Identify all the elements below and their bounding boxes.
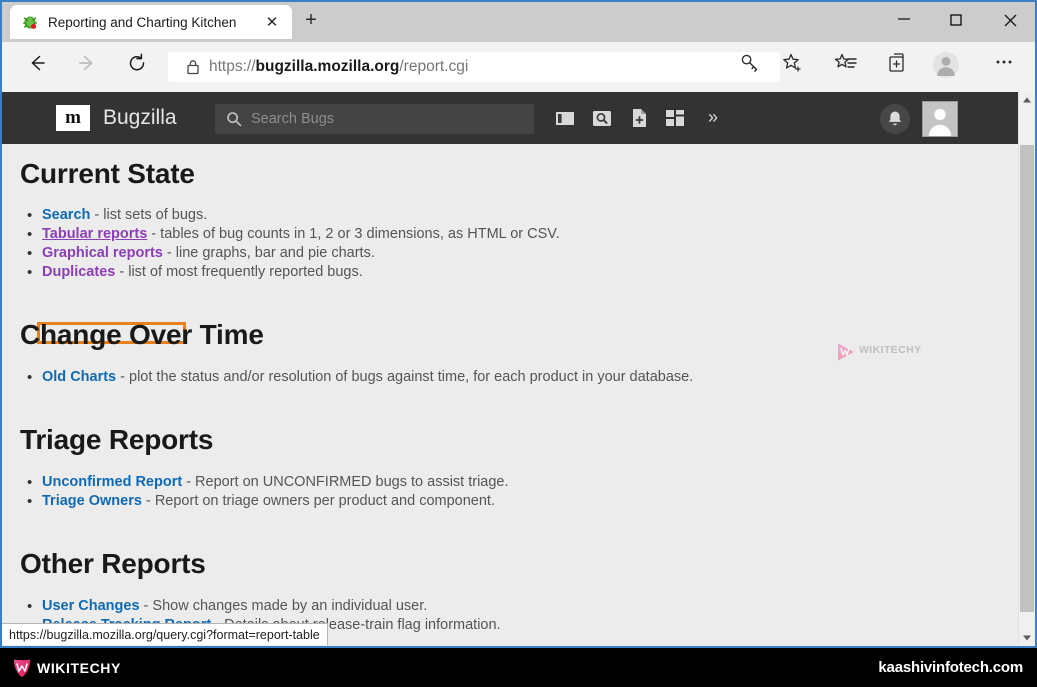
list-item-desc: - plot the status and/or resolution of b… bbox=[116, 369, 693, 385]
page-heading-other-reports: Other Reports bbox=[20, 548, 206, 580]
url-host: bugzilla.mozilla.org bbox=[256, 58, 400, 75]
list-change-over-time: Old Charts - plot the status and/or reso… bbox=[42, 368, 693, 387]
wikitechy-watermark: WIKITECHY bbox=[835, 340, 925, 362]
bugzilla-site-header: m Bugzilla Search Bugs bbox=[2, 92, 1018, 144]
bugzilla-title[interactable]: Bugzilla bbox=[103, 106, 177, 130]
link-graphical-reports[interactable]: Graphical reports bbox=[42, 245, 163, 261]
page-viewport: m Bugzilla Search Bugs bbox=[2, 92, 1035, 646]
new-bug-icon[interactable] bbox=[628, 107, 650, 129]
search-input[interactable]: Search Bugs bbox=[215, 104, 534, 134]
key-password-icon[interactable] bbox=[734, 51, 766, 83]
browser-toolbar: https://bugzilla.mozilla.org/report.cgi bbox=[2, 42, 1035, 92]
list-item[interactable]: Duplicates - list of most frequently rep… bbox=[42, 263, 560, 282]
url-scheme: https:// bbox=[209, 58, 256, 75]
sidebar-toggle-icon[interactable] bbox=[554, 107, 576, 129]
tab-strip: Reporting and Charting Kitchen ✕ + bbox=[2, 2, 1035, 42]
link-user-changes[interactable]: User Changes bbox=[42, 598, 140, 614]
link-unconfirmed-report[interactable]: Unconfirmed Report bbox=[42, 474, 182, 490]
url-text: https://bugzilla.mozilla.org/report.cgi bbox=[209, 56, 468, 78]
list-item[interactable]: Graphical reports - line graphs, bar and… bbox=[42, 244, 560, 263]
list-item[interactable]: Old Charts - plot the status and/or reso… bbox=[42, 368, 693, 387]
address-bar[interactable]: https://bugzilla.mozilla.org/report.cgi bbox=[168, 52, 780, 82]
list-item[interactable]: User Changes - Show changes made by an i… bbox=[42, 597, 501, 616]
page-heading-current-state: Current State bbox=[20, 158, 195, 190]
reload-icon[interactable] bbox=[122, 52, 152, 82]
footer-site-url: kaashivinfotech.com bbox=[878, 659, 1023, 676]
link-duplicates[interactable]: Duplicates bbox=[42, 264, 115, 280]
user-avatar[interactable] bbox=[922, 101, 958, 137]
browser-window: Reporting and Charting Kitchen ✕ + bbox=[0, 0, 1037, 648]
list-item-desc: - Report on UNCONFIRMED bugs to assist t… bbox=[182, 474, 508, 490]
watermark-text: WIKITECHY bbox=[859, 344, 922, 356]
page-scrollbar[interactable] bbox=[1018, 92, 1035, 646]
wikitechy-logo-icon bbox=[12, 658, 32, 678]
search-icon bbox=[226, 111, 242, 127]
tab-title: Reporting and Charting Kitchen bbox=[48, 15, 254, 30]
list-item[interactable]: Tabular reports - tables of bug counts i… bbox=[42, 225, 560, 244]
search-placeholder: Search Bugs bbox=[251, 109, 334, 129]
link-status-tooltip: https://bugzilla.mozilla.org/query.cgi?f… bbox=[2, 623, 328, 645]
tab-close-icon[interactable]: ✕ bbox=[262, 13, 282, 33]
profile-avatar-icon[interactable] bbox=[930, 51, 962, 83]
wikitechy-brand-text: WIKITECHY bbox=[37, 660, 121, 676]
window-minimize-button[interactable] bbox=[881, 2, 927, 34]
list-item-desc: - Show changes made by an individual use… bbox=[140, 598, 428, 614]
url-path: /report.cgi bbox=[399, 58, 468, 75]
browse-search-icon[interactable] bbox=[591, 107, 613, 129]
mozilla-logo[interactable]: m bbox=[56, 105, 90, 131]
link-old-charts[interactable]: Old Charts bbox=[42, 369, 116, 385]
page-heading-change-over-time: Change Over Time bbox=[20, 319, 264, 351]
settings-more-icon[interactable] bbox=[988, 51, 1020, 83]
window-maximize-button[interactable] bbox=[933, 2, 979, 34]
notifications-bell-icon[interactable] bbox=[880, 104, 910, 134]
list-item-desc: - line graphs, bar and pie charts. bbox=[163, 245, 375, 261]
add-favorite-star-icon[interactable] bbox=[777, 51, 809, 83]
list-item-desc: - Report on triage owners per product an… bbox=[142, 493, 495, 509]
new-tab-button[interactable]: + bbox=[300, 10, 322, 32]
lock-icon bbox=[185, 58, 201, 76]
forward-arrow-icon bbox=[72, 52, 102, 82]
page-content: Current State Search - list sets of bugs… bbox=[2, 144, 1018, 646]
window-close-button[interactable] bbox=[987, 2, 1033, 34]
list-item-desc: - tables of bug counts in 1, 2 or 3 dime… bbox=[147, 226, 559, 242]
list-current-state: Search - list sets of bugs. Tabular repo… bbox=[42, 206, 560, 282]
list-item-desc: - list sets of bugs. bbox=[90, 207, 207, 223]
favorites-list-icon[interactable] bbox=[830, 51, 862, 83]
scroll-down-arrow-icon[interactable] bbox=[1019, 629, 1035, 646]
list-triage-reports: Unconfirmed Report - Report on UNCONFIRM… bbox=[42, 473, 509, 511]
wikitechy-footer-bar: WIKITECHY kaashivinfotech.com bbox=[0, 648, 1037, 687]
list-item[interactable]: Triage Owners - Report on triage owners … bbox=[42, 492, 509, 511]
scrollbar-thumb[interactable] bbox=[1020, 145, 1034, 612]
browser-tab[interactable]: Reporting and Charting Kitchen ✕ bbox=[10, 5, 292, 39]
back-arrow-icon[interactable] bbox=[22, 52, 52, 82]
list-item-desc: - list of most frequently reported bugs. bbox=[115, 264, 362, 280]
link-search[interactable]: Search bbox=[42, 207, 90, 223]
list-item[interactable]: Search - list sets of bugs. bbox=[42, 206, 560, 225]
more-chevrons-icon[interactable]: » bbox=[702, 104, 724, 130]
bugzilla-bug-favicon-icon bbox=[22, 14, 40, 32]
scroll-up-arrow-icon[interactable] bbox=[1019, 92, 1035, 109]
page-heading-triage-reports: Triage Reports bbox=[20, 424, 213, 456]
link-tabular-reports[interactable]: Tabular reports bbox=[42, 226, 147, 242]
collections-icon[interactable] bbox=[882, 51, 914, 83]
list-item[interactable]: Unconfirmed Report - Report on UNCONFIRM… bbox=[42, 473, 509, 492]
link-triage-owners[interactable]: Triage Owners bbox=[42, 493, 142, 509]
dashboard-grid-icon[interactable] bbox=[664, 107, 686, 129]
